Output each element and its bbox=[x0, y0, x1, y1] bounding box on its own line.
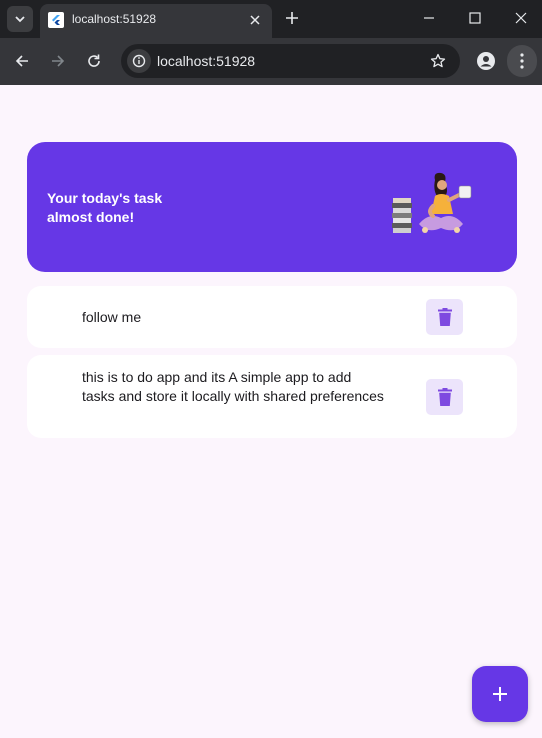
tab-close-icon[interactable] bbox=[246, 11, 264, 29]
trash-icon bbox=[437, 388, 452, 406]
browser-toolbar: localhost:51928 bbox=[0, 38, 542, 85]
browser-menu-icon[interactable] bbox=[507, 45, 537, 77]
trash-icon bbox=[437, 308, 452, 326]
url-text: localhost:51928 bbox=[157, 53, 256, 69]
add-task-button[interactable] bbox=[472, 666, 528, 722]
window-close-icon[interactable] bbox=[507, 5, 535, 31]
flutter-favicon-icon bbox=[48, 12, 64, 28]
minimize-icon[interactable] bbox=[415, 5, 443, 31]
tab-title: localhost:51928 bbox=[72, 12, 157, 26]
maximize-icon[interactable] bbox=[461, 5, 489, 31]
chevron-down-icon bbox=[15, 16, 25, 23]
delete-task-button[interactable] bbox=[426, 299, 463, 335]
add-icon bbox=[493, 687, 507, 701]
task-text: follow me bbox=[82, 309, 142, 325]
reading-girl-illustration-icon bbox=[392, 172, 472, 233]
reload-icon[interactable] bbox=[82, 49, 106, 73]
profile-avatar-icon[interactable] bbox=[474, 49, 498, 73]
browser-tab[interactable]: localhost:51928 bbox=[40, 4, 272, 38]
back-arrow-icon[interactable] bbox=[10, 49, 34, 73]
address-bar[interactable]: localhost:51928 bbox=[121, 44, 460, 78]
forward-arrow-icon[interactable] bbox=[46, 49, 70, 73]
site-info-icon[interactable] bbox=[127, 49, 151, 73]
tab-search-button[interactable] bbox=[7, 6, 33, 32]
delete-task-button[interactable] bbox=[426, 379, 463, 415]
new-tab-icon[interactable] bbox=[282, 8, 302, 28]
banner-title-line1: Your today's task bbox=[47, 190, 163, 206]
banner-title-line2: almost done! bbox=[47, 209, 135, 225]
task-text: this is to do app and its A simple app t… bbox=[82, 369, 384, 404]
banner-title: Your today's task almost done! bbox=[47, 189, 207, 227]
progress-banner: Your today's task almost done! bbox=[27, 142, 517, 272]
task-card[interactable]: this is to do app and its A simple app t… bbox=[27, 355, 517, 438]
task-card[interactable]: follow me bbox=[27, 286, 517, 348]
browser-tabstrip: localhost:51928 bbox=[0, 0, 542, 38]
bookmark-star-icon[interactable] bbox=[428, 51, 448, 71]
